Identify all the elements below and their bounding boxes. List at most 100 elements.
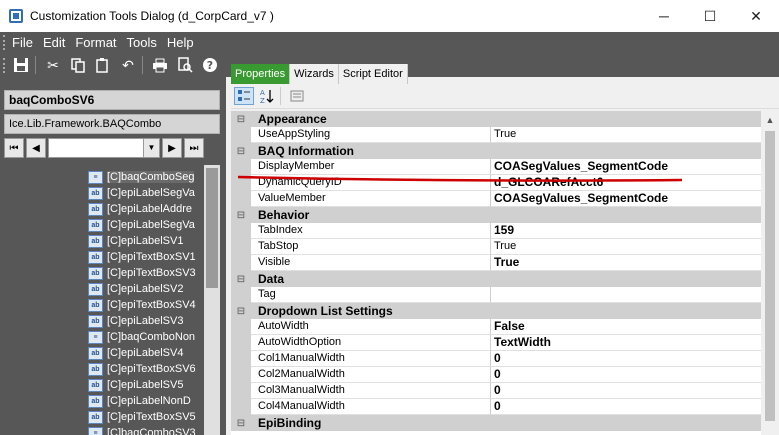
property-row[interactable]: DisplayMember COASegValues_SegmentCode: [231, 159, 761, 175]
property-row[interactable]: UseAppStyling True: [231, 127, 761, 143]
property-category[interactable]: ⊟ BAQ Information: [231, 143, 761, 159]
property-row[interactable]: TabIndex 159: [231, 223, 761, 239]
property-value[interactable]: True: [491, 127, 761, 143]
property-row[interactable]: TabStop True: [231, 239, 761, 255]
property-row[interactable]: Visible True: [231, 255, 761, 271]
property-name: Tag: [251, 287, 491, 303]
property-row[interactable]: Tag: [231, 287, 761, 303]
tree-item[interactable]: ab [C]epiTextBoxSV6: [88, 361, 196, 377]
property-value[interactable]: 0: [491, 351, 761, 367]
row-gutter: [231, 127, 251, 143]
tree-item[interactable]: ab [C]epiLabelNonD: [88, 393, 191, 409]
tree-item-label: [C]epiLabelSV2: [107, 283, 184, 295]
tree-item[interactable]: ab [C]epiLabelSV1: [88, 233, 183, 249]
property-category[interactable]: ⊟ EpiBinding: [231, 415, 761, 431]
property-name: Col3ManualWidth: [251, 383, 491, 399]
alphabetical-sort-icon[interactable]: AZ: [257, 87, 277, 105]
save-icon[interactable]: [10, 55, 32, 75]
tree-item[interactable]: ab [C]epiLabelSV2: [88, 281, 183, 297]
title-bar: Customization Tools Dialog (d_CorpCard_v…: [0, 0, 779, 32]
property-grid-scrollbar[interactable]: ▲: [761, 111, 779, 435]
property-value[interactable]: COASegValues_SegmentCode: [491, 191, 761, 207]
tree-item[interactable]: ab [C]epiTextBoxSV5: [88, 409, 196, 425]
tree-item[interactable]: ≡ [C]baqComboNon: [88, 329, 195, 345]
property-row[interactable]: AutoWidthOption TextWidth: [231, 335, 761, 351]
tree-item[interactable]: ab [C]epiLabelAddre: [88, 201, 192, 217]
cut-icon[interactable]: ✂: [42, 55, 64, 75]
collapse-icon[interactable]: ⊟: [231, 207, 251, 223]
chevron-down-icon[interactable]: ▼: [143, 139, 159, 157]
collapse-icon[interactable]: ⊟: [231, 143, 251, 159]
tree-item-label: [C]epiLabelSV4: [107, 347, 184, 359]
property-category[interactable]: ⊟ Appearance: [231, 111, 761, 127]
first-record-button[interactable]: ⏮: [4, 138, 24, 158]
tab-properties[interactable]: Properties: [231, 64, 291, 84]
tree-item[interactable]: ab [C]epiTextBoxSV4: [88, 297, 196, 313]
property-grid-scroll-thumb[interactable]: [765, 131, 775, 421]
tree-item[interactable]: ab [C]epiLabelSV3: [88, 313, 183, 329]
undo-icon[interactable]: ↶: [117, 55, 139, 75]
property-value[interactable]: 159: [491, 223, 761, 239]
control-tree[interactable]: ≡ [C]baqComboSeg ab [C]epiLabelSegVa ab [C]ep…: [4, 165, 220, 435]
property-value[interactable]: 0: [491, 383, 761, 399]
categorized-icon[interactable]: [234, 87, 254, 105]
scroll-up-arrow[interactable]: ▲: [761, 111, 779, 129]
property-value[interactable]: 0: [491, 399, 761, 415]
property-pages-icon[interactable]: [287, 87, 307, 105]
control-select-combo[interactable]: ▼: [48, 138, 160, 158]
property-row[interactable]: Col4ManualWidth 0: [231, 399, 761, 415]
tree-item[interactable]: ≡ [C]baqComboSeg: [88, 169, 195, 185]
tree-item[interactable]: ≡ [C]baqComboSV3: [88, 425, 196, 435]
property-row[interactable]: AutoWidth False: [231, 319, 761, 335]
copy-icon[interactable]: [67, 55, 89, 75]
property-category[interactable]: ⊟ Dropdown List Settings: [231, 303, 761, 319]
minimize-button[interactable]: ─: [641, 0, 687, 32]
menu-help[interactable]: Help: [162, 35, 199, 50]
collapse-icon[interactable]: ⊟: [231, 271, 251, 287]
control-tree-pane: baqComboSV6 Ice.Lib.Framework.BAQCombo ⏮…: [0, 77, 226, 435]
tree-item-label: [C]epiTextBoxSV1: [107, 251, 196, 263]
label-control-icon: ab: [88, 346, 103, 360]
tab-wizards[interactable]: Wizards: [290, 64, 339, 84]
property-value[interactable]: False: [491, 319, 761, 335]
property-value[interactable]: TextWidth: [491, 335, 761, 351]
tree-item[interactable]: ab [C]epiLabelSV5: [88, 377, 183, 393]
next-record-button[interactable]: ▶: [162, 138, 182, 158]
paste-icon[interactable]: [92, 55, 114, 75]
tree-item[interactable]: ab [C]epiLabelSegVa: [88, 217, 195, 233]
print-preview-icon[interactable]: [174, 55, 196, 75]
collapse-icon[interactable]: ⊟: [231, 303, 251, 319]
property-value[interactable]: 0: [491, 367, 761, 383]
last-record-button[interactable]: ⏭: [184, 138, 204, 158]
property-value[interactable]: True: [491, 239, 761, 255]
row-gutter: [231, 383, 251, 399]
property-row[interactable]: Col1ManualWidth 0: [231, 351, 761, 367]
tree-item[interactable]: ab [C]epiTextBoxSV3: [88, 265, 196, 281]
property-category[interactable]: ⊟ Behavior: [231, 207, 761, 223]
property-category[interactable]: ⊟ Data: [231, 271, 761, 287]
tree-scrollbar[interactable]: [204, 165, 220, 435]
close-button[interactable]: ✕: [733, 0, 779, 32]
property-value[interactable]: [491, 287, 761, 303]
menu-edit[interactable]: Edit: [38, 35, 70, 50]
tab-script-editor[interactable]: Script Editor: [338, 64, 408, 84]
property-row[interactable]: ValueMember COASegValues_SegmentCode: [231, 191, 761, 207]
property-value[interactable]: True: [491, 255, 761, 271]
property-grid-toolbar: AZ: [231, 84, 779, 109]
tree-scroll-thumb[interactable]: [206, 168, 218, 288]
menu-file[interactable]: File: [7, 35, 38, 50]
property-value[interactable]: COASegValues_SegmentCode: [491, 159, 761, 175]
help-icon[interactable]: ?: [199, 55, 221, 75]
tree-item[interactable]: ab [C]epiTextBoxSV1: [88, 249, 196, 265]
menu-format[interactable]: Format: [70, 35, 121, 50]
collapse-icon[interactable]: ⊟: [231, 415, 251, 431]
tree-item[interactable]: ab [C]epiLabelSegVa: [88, 185, 195, 201]
maximize-button[interactable]: ☐: [687, 0, 733, 32]
print-icon[interactable]: [149, 55, 171, 75]
collapse-icon[interactable]: ⊟: [231, 111, 251, 127]
tree-item[interactable]: ab [C]epiLabelSV4: [88, 345, 183, 361]
property-row[interactable]: Col2ManualWidth 0: [231, 367, 761, 383]
property-row[interactable]: Col3ManualWidth 0: [231, 383, 761, 399]
menu-tools[interactable]: Tools: [122, 35, 162, 50]
prev-record-button[interactable]: ◀: [26, 138, 46, 158]
